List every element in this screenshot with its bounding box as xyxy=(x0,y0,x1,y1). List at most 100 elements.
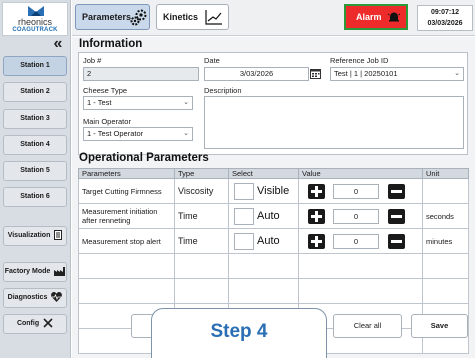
select-cell: Auto xyxy=(228,203,299,229)
alarm-button[interactable]: Alarm xyxy=(344,4,408,30)
main-operator-value: 1 - Test Operator xyxy=(87,129,144,138)
alarm-label: Alarm xyxy=(356,12,382,22)
value-cell: 0 xyxy=(298,203,423,229)
heart-pulse-icon xyxy=(51,292,63,303)
tab-parameters[interactable]: Parameters xyxy=(75,4,150,30)
wrench-screwdriver-icon xyxy=(43,318,53,328)
parameter-name: Measurement initiation after renneting xyxy=(78,203,175,229)
tab-kinetics[interactable]: Kinetics xyxy=(156,4,229,30)
column-header: Unit xyxy=(422,168,469,179)
diagnostics-label: Diagnostics xyxy=(7,294,48,301)
station-4-button[interactable]: Station 4 xyxy=(3,135,67,155)
select-cell: Visible xyxy=(228,178,299,204)
parameter-type: Viscosity xyxy=(174,178,229,204)
chevron-down-icon: ⌄ xyxy=(183,99,189,106)
cheese-type-select[interactable]: 1 - Test ⌄ xyxy=(83,96,193,110)
gears-icon xyxy=(130,9,147,26)
date-label: Date xyxy=(204,56,220,65)
clock-time: 09:07:12 xyxy=(430,9,460,16)
factory-mode-label: Factory Mode xyxy=(4,268,51,275)
station-6-label: Station 6 xyxy=(20,193,50,200)
station-5-button[interactable]: Station 5 xyxy=(3,161,67,181)
logo-name: rheonics xyxy=(17,17,53,27)
increment-icon[interactable] xyxy=(308,209,325,224)
logo-mark-icon xyxy=(28,6,44,16)
select-checkbox[interactable] xyxy=(234,208,254,225)
collapse-sidebar-icon[interactable]: « xyxy=(50,36,66,53)
diagnostics-button[interactable]: Diagnostics xyxy=(3,288,67,308)
increment-icon[interactable] xyxy=(308,184,325,199)
unit-cell: seconds xyxy=(422,203,469,229)
cheese-type-value: 1 - Test xyxy=(87,98,112,107)
tab-parameters-label: Parameters xyxy=(82,12,132,22)
visualization-button[interactable]: Visualization xyxy=(3,226,67,246)
table-row: Target Cutting Firmness Viscosity Visibl… xyxy=(78,178,469,204)
value-cell: 0 xyxy=(298,228,423,254)
step-callout: Step 4 xyxy=(151,308,327,358)
decrement-icon[interactable] xyxy=(388,209,405,224)
decrement-icon[interactable] xyxy=(388,234,405,249)
reference-job-label: Reference Job ID xyxy=(330,56,389,65)
select-cell: Auto xyxy=(228,228,299,254)
cheese-type-label: Cheese Type xyxy=(83,86,128,95)
increment-icon[interactable] xyxy=(308,234,325,249)
app-logo: rheonics COAGUTRACK xyxy=(2,2,68,36)
value-input[interactable]: 0 xyxy=(333,184,379,199)
tab-kinetics-label: Kinetics xyxy=(163,12,199,22)
station-4-label: Station 4 xyxy=(20,141,50,148)
select-checkbox[interactable] xyxy=(234,183,254,200)
station-2-button[interactable]: Station 2 xyxy=(3,82,67,102)
sidebar: rheonics COAGUTRACK « Station 1 Station … xyxy=(0,0,71,358)
station-1-label: Station 1 xyxy=(20,62,50,69)
chevron-down-icon: ⌄ xyxy=(183,130,189,137)
description-label: Description xyxy=(204,86,242,95)
station-6-button[interactable]: Station 6 xyxy=(3,187,67,207)
main-operator-label: Main Operator xyxy=(83,117,131,126)
select-value: Auto xyxy=(257,235,280,247)
unit-cell xyxy=(422,178,469,204)
clock-date: 03/03/2026 xyxy=(427,20,463,27)
alarm-bell-icon xyxy=(388,12,400,22)
station-2-label: Station 2 xyxy=(20,88,50,95)
information-panel: Job # 2 Date 3/03/2026 Reference Job ID … xyxy=(78,52,468,155)
clear-all-button[interactable]: Clear all xyxy=(333,314,402,338)
select-checkbox[interactable] xyxy=(234,233,254,250)
decrement-icon[interactable] xyxy=(388,184,405,199)
factory-icon xyxy=(54,266,66,276)
parameter-name: Measurement stop alert xyxy=(78,228,175,254)
logo-product: COAGUTRACK xyxy=(12,27,58,33)
calendar-icon[interactable] xyxy=(310,68,321,79)
chevron-down-icon: ⌄ xyxy=(454,70,460,77)
config-label: Config xyxy=(16,320,40,327)
table-row: Measurement initiation after renneting T… xyxy=(78,203,469,229)
value-input[interactable]: 0 xyxy=(333,234,379,249)
description-textarea[interactable] xyxy=(204,96,464,149)
factory-mode-button[interactable]: Factory Mode xyxy=(3,262,67,282)
empty-table-row xyxy=(78,278,469,304)
station-3-button[interactable]: Station 3 xyxy=(3,109,67,129)
line-chart-icon xyxy=(205,10,222,25)
value-cell: 0 xyxy=(298,178,423,204)
column-header: Select xyxy=(228,168,299,179)
unit-cell: minutes xyxy=(422,228,469,254)
parameter-type: Time xyxy=(174,228,229,254)
reference-job-select[interactable]: Test | 1 | 20250101 ⌄ xyxy=(330,67,464,81)
clock-display: 09:07:12 03/03/2026 xyxy=(417,5,473,31)
station-1-button[interactable]: Station 1 xyxy=(3,56,67,76)
main-operator-select[interactable]: 1 - Test Operator ⌄ xyxy=(83,127,193,141)
table-header-row: Parameters Type Select Value Unit xyxy=(78,168,469,179)
document-icon xyxy=(54,230,63,241)
empty-table-row xyxy=(78,253,469,279)
top-bar: Parameters Kinetics Alarm 09:07:12 03/03… xyxy=(72,0,475,36)
parameter-type: Time xyxy=(174,203,229,229)
save-button[interactable]: Save xyxy=(411,314,468,338)
config-button[interactable]: Config xyxy=(3,314,67,334)
value-input[interactable]: 0 xyxy=(333,209,379,224)
date-field[interactable]: 3/03/2026 xyxy=(204,67,309,81)
parameter-name: Target Cutting Firmness xyxy=(78,178,175,204)
operational-parameters-title: Operational Parameters xyxy=(79,152,209,164)
station-5-label: Station 5 xyxy=(20,167,50,174)
column-header: Parameters xyxy=(78,168,175,179)
job-number-field[interactable]: 2 xyxy=(83,67,199,81)
select-value: Auto xyxy=(257,210,280,222)
